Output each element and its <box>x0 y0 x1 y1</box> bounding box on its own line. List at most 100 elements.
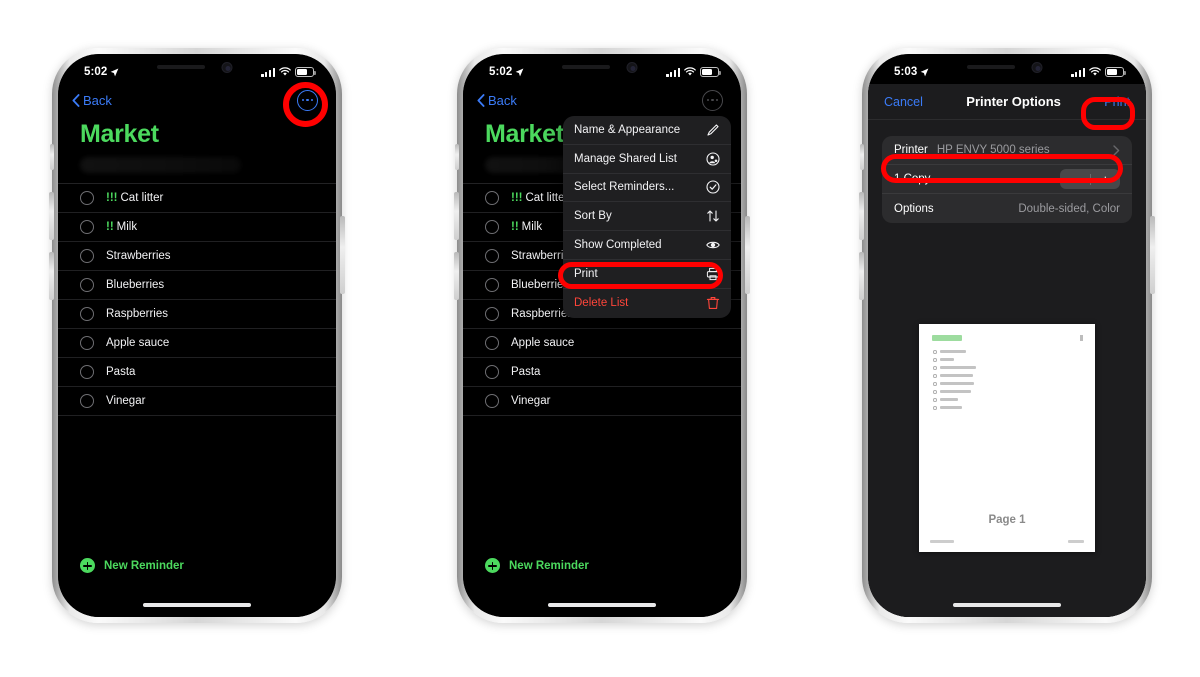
power-button[interactable] <box>340 216 345 294</box>
battery-icon <box>1105 67 1126 77</box>
menu-item-name-appearance[interactable]: Name & Appearance <box>563 116 731 145</box>
reminder-item[interactable]: Apple sauce <box>58 329 336 358</box>
printer-options-title: Printer Options <box>966 94 1061 109</box>
reminders-list: !!! Cat litter !! Milk Strawberries Bluebe… <box>58 183 336 416</box>
reminder-label: !! Milk <box>511 221 542 233</box>
new-reminder-button[interactable]: New Reminder <box>485 558 589 573</box>
phone-2: 5:02 Back Market !!! Cat litter !! Milk … <box>454 48 750 623</box>
volume-up-button[interactable] <box>454 192 459 240</box>
shared-person-icon <box>706 152 720 166</box>
reminder-text: Milk <box>116 221 138 233</box>
menu-item-manage-shared-list[interactable]: Manage Shared List <box>563 145 731 174</box>
new-reminder-label: New Reminder <box>509 559 589 572</box>
complete-toggle[interactable] <box>80 220 94 234</box>
increment-button[interactable]: + <box>1091 173 1121 186</box>
reminder-item[interactable]: Pasta <box>463 358 741 387</box>
complete-toggle[interactable] <box>485 220 499 234</box>
decrement-button[interactable]: − <box>1060 173 1090 186</box>
mute-switch[interactable] <box>50 144 54 170</box>
volume-down-button[interactable] <box>49 252 54 300</box>
complete-toggle[interactable] <box>485 394 499 408</box>
power-button[interactable] <box>745 216 750 294</box>
location-arrow-icon <box>516 68 524 76</box>
complete-toggle[interactable] <box>485 191 499 205</box>
reminder-text: Milk <box>521 221 543 233</box>
complete-toggle[interactable] <box>485 249 499 263</box>
mute-switch[interactable] <box>455 144 459 170</box>
menu-item-label: Manage Shared List <box>574 152 677 165</box>
reminder-item[interactable]: !! Milk <box>58 213 336 242</box>
new-reminder-button[interactable]: New Reminder <box>80 558 184 573</box>
checkmark-circle-icon <box>706 180 720 195</box>
status-icons <box>1071 67 1126 77</box>
screenshot-stage: 5:02 Back Market !!! Cat litter !! Milk … <box>0 0 1200 677</box>
print-button[interactable]: Print <box>1104 95 1130 109</box>
copies-row[interactable]: 1 Copy − + <box>882 165 1132 194</box>
copies-stepper[interactable]: − + <box>1060 169 1120 189</box>
complete-toggle[interactable] <box>80 278 94 292</box>
menu-item-label: Delete List <box>574 297 629 310</box>
reminder-item[interactable]: Blueberries <box>58 271 336 300</box>
back-button[interactable]: Back <box>477 93 517 108</box>
reminder-item[interactable]: Vinegar <box>463 387 741 416</box>
status-icons <box>261 67 316 77</box>
printer-icon <box>706 267 720 280</box>
list-title: Market <box>80 120 159 148</box>
reminder-text: Pasta <box>511 366 541 378</box>
printer-row[interactable]: Printer HP ENVY 5000 series <box>882 136 1132 165</box>
options-row[interactable]: Options Double-sided, Color <box>882 194 1132 223</box>
chevron-right-icon <box>1113 144 1120 156</box>
more-button[interactable] <box>297 89 318 111</box>
wifi-icon <box>684 67 696 76</box>
complete-toggle[interactable] <box>80 365 94 379</box>
preview-page[interactable]: Page 1 <box>919 324 1095 552</box>
home-indicator[interactable] <box>143 603 251 607</box>
search-field[interactable] <box>80 157 242 173</box>
home-indicator[interactable] <box>953 603 1061 607</box>
battery-icon <box>700 67 721 77</box>
home-indicator[interactable] <box>548 603 656 607</box>
options-label: Options <box>894 202 934 215</box>
back-button[interactable]: Back <box>72 93 112 108</box>
wifi-icon <box>279 67 291 76</box>
reminder-item[interactable]: Raspberries <box>58 300 336 329</box>
menu-item-label: Select Reminders... <box>574 181 675 194</box>
complete-toggle[interactable] <box>485 365 499 379</box>
complete-toggle[interactable] <box>80 394 94 408</box>
reminder-item[interactable]: Apple sauce <box>463 329 741 358</box>
priority-flag: !! <box>106 221 114 233</box>
menu-item-print[interactable]: Print <box>563 260 731 289</box>
print-preview: Page 1 <box>868 324 1146 617</box>
menu-item-sort-by[interactable]: Sort By <box>563 202 731 232</box>
volume-down-button[interactable] <box>859 252 864 300</box>
complete-toggle[interactable] <box>485 336 499 350</box>
complete-toggle[interactable] <box>80 191 94 205</box>
reminder-item[interactable]: !!! Cat litter <box>58 184 336 213</box>
cellular-bars-icon <box>666 67 680 77</box>
complete-toggle[interactable] <box>485 307 499 321</box>
volume-up-button[interactable] <box>859 192 864 240</box>
menu-item-delete-list[interactable]: Delete List <box>563 289 731 318</box>
mute-switch[interactable] <box>860 144 864 170</box>
printer-options-navbar: Cancel Printer Options Print <box>868 84 1146 120</box>
battery-icon <box>295 67 316 77</box>
reminder-item[interactable]: Vinegar <box>58 387 336 416</box>
reminder-text: Pasta <box>106 366 136 378</box>
volume-up-button[interactable] <box>49 192 54 240</box>
cancel-button[interactable]: Cancel <box>884 95 923 109</box>
power-button[interactable] <box>1150 216 1155 294</box>
phone-2-screen: 5:02 Back Market !!! Cat litter !! Milk … <box>463 54 741 617</box>
reminder-item[interactable]: Strawberries <box>58 242 336 271</box>
reminder-label: !!! Cat litter <box>511 192 568 204</box>
complete-toggle[interactable] <box>80 307 94 321</box>
more-button[interactable] <box>702 89 723 111</box>
complete-toggle[interactable] <box>80 249 94 263</box>
complete-toggle[interactable] <box>80 336 94 350</box>
volume-down-button[interactable] <box>454 252 459 300</box>
phone-1-screen: 5:02 Back Market !!! Cat litter !! Milk … <box>58 54 336 617</box>
plus-circle-icon <box>80 558 95 573</box>
complete-toggle[interactable] <box>485 278 499 292</box>
reminder-item[interactable]: Pasta <box>58 358 336 387</box>
menu-item-show-completed[interactable]: Show Completed <box>563 231 731 260</box>
menu-item-select-reminders[interactable]: Select Reminders... <box>563 174 731 203</box>
